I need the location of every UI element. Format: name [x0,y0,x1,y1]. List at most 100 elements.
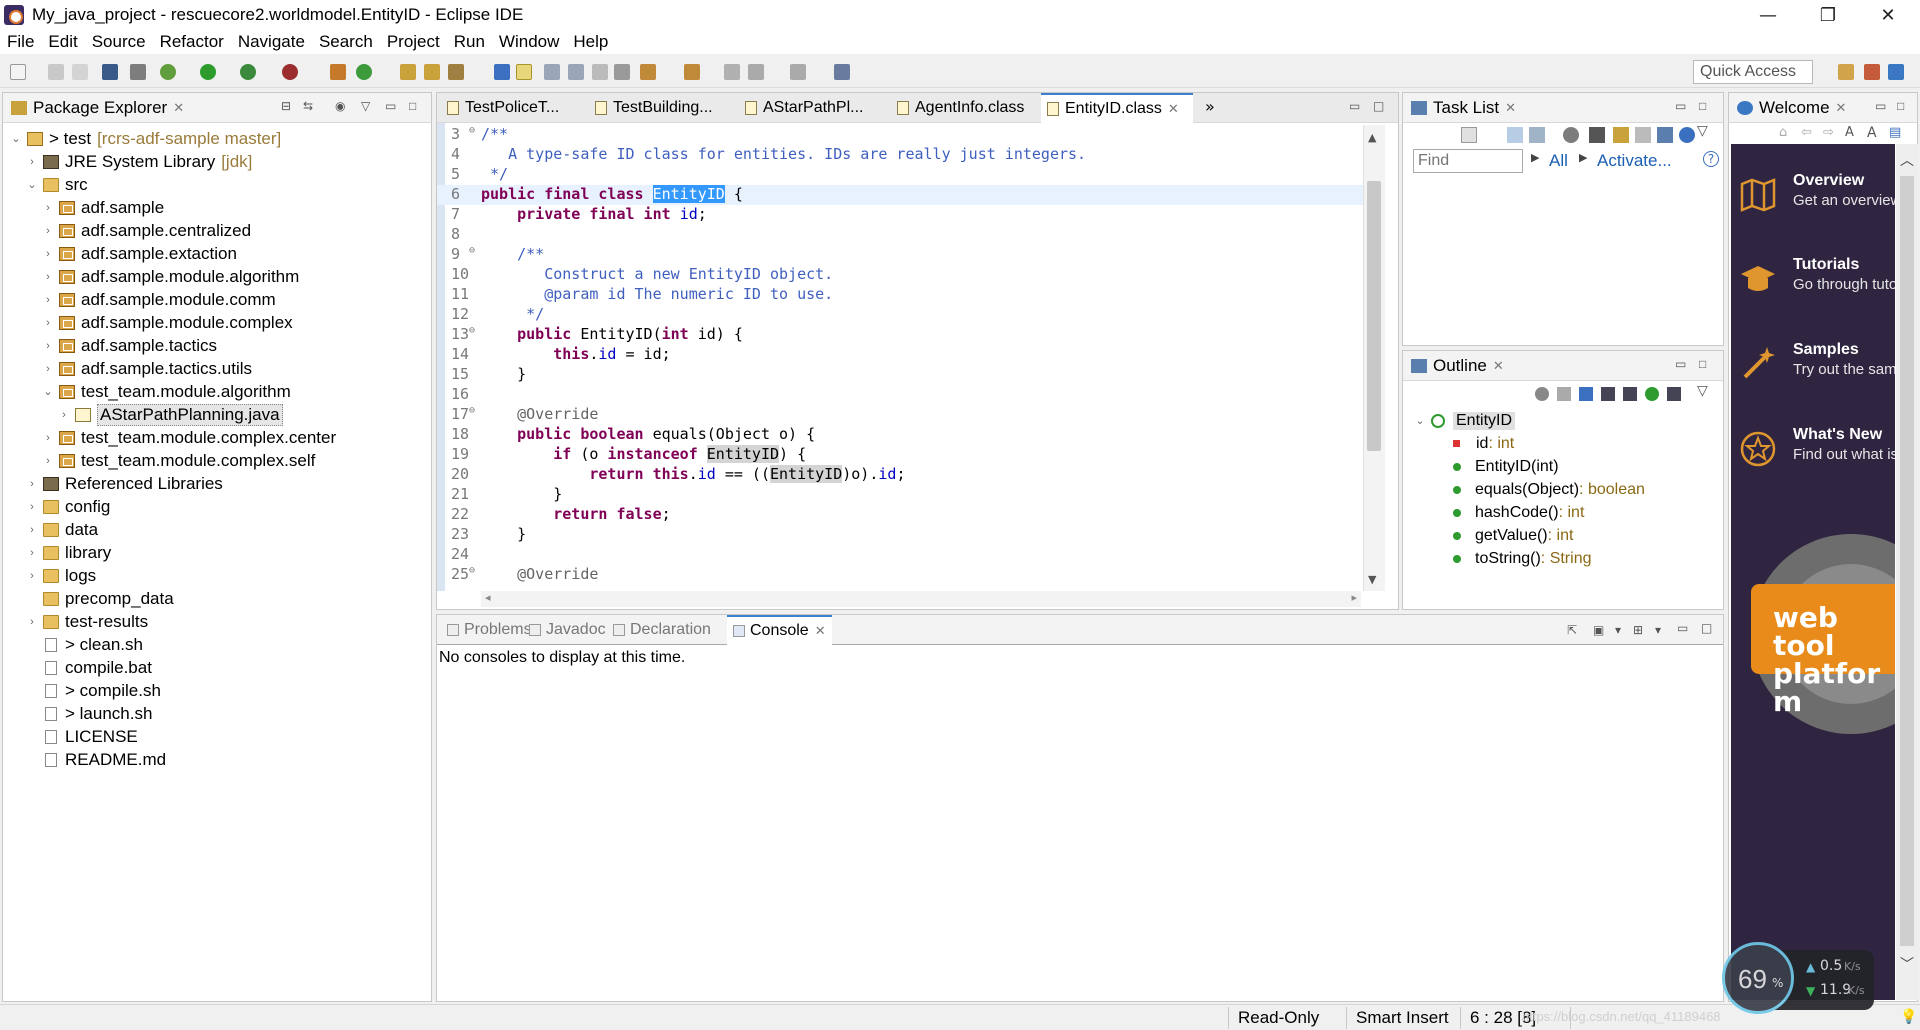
open-perspective-icon[interactable] [1838,64,1854,80]
tree-item[interactable]: › test-results [3,610,148,633]
tree-item[interactable]: › library [3,541,111,564]
chevron-down-icon[interactable]: ⌄ [1413,414,1427,427]
link-icon[interactable] [1657,127,1673,143]
tree-item[interactable]: compile.bat [3,656,152,679]
fold-toggle-icon[interactable]: ⊖ [469,245,475,256]
welcome-scrollbar[interactable]: ︿ ﹀ [1896,144,1918,1000]
chevron-right-icon[interactable]: › [25,501,39,513]
chevron-right-icon[interactable]: › [25,478,39,490]
outline-item[interactable]: id : int [1453,432,1514,455]
tree-item[interactable]: › JRE System Library [jdk] [3,150,252,173]
search-icon[interactable] [448,64,464,80]
display-console-icon[interactable]: ▣ [1593,623,1604,637]
open-task-icon[interactable] [424,64,440,80]
tree-item[interactable]: › adf.sample [3,196,164,219]
editor-tab[interactable]: EntityID.class ✕ [1041,93,1193,123]
tree-item[interactable]: › AStarPathPlanning.java [3,403,283,426]
repository-icon[interactable] [1679,127,1695,143]
outline-item[interactable]: hashCode() : int [1453,501,1584,524]
open-type-icon[interactable] [400,64,416,80]
collapse-all-icon[interactable]: ⊟ [281,99,291,113]
code-line[interactable]: 17 ⊖ @Override [437,405,1365,425]
chevron-right-icon[interactable]: › [41,432,55,444]
code-line[interactable]: 16 [437,385,1365,405]
menu-search[interactable]: Search [312,32,380,52]
view-menu-icon[interactable]: ▽ [361,99,370,113]
chevron-right-icon[interactable]: › [41,225,55,237]
scroll-up-icon[interactable]: ▲ [1368,131,1376,144]
horizontal-scrollbar[interactable]: ◂ ▸ [481,591,1361,607]
maximize-button[interactable]: ❐ [1800,0,1856,30]
outline-item[interactable]: toString() : String [1453,547,1591,570]
scroll-left-icon[interactable]: ◂ [485,591,491,604]
editor-tab[interactable]: AStarPathPl... [739,93,883,123]
annotation-next-icon[interactable] [494,64,510,80]
close-window-button[interactable]: ✕ [1860,0,1916,30]
chevron-down-icon[interactable]: ﹀ [1900,954,1914,974]
back-icon[interactable] [748,64,764,80]
network-monitor-widget[interactable]: 69 % ▲ 0.5 K/s ▼ 11.9 K/s [1722,942,1874,1014]
pilcrow-icon[interactable] [614,64,630,80]
chevron-up-icon[interactable]: ︿ [1900,150,1914,170]
task-list-title[interactable]: Task List [1433,98,1499,118]
focus-on-workweek-icon[interactable] [1563,127,1579,143]
chevron-right-icon[interactable]: › [41,202,55,214]
tree-item[interactable]: › adf.sample.tactics [3,334,217,357]
code-line[interactable]: 14 this.id = id; [437,345,1365,365]
home-icon[interactable]: ⌂ [1779,125,1787,140]
code-line[interactable]: 8 [437,225,1365,245]
minimize-icon[interactable]: ▭ [1349,99,1360,113]
outline-title[interactable]: Outline [1433,356,1487,376]
tree-item[interactable]: ⌄ > test [rcrs-adf-sample master] [3,127,281,150]
maximize-icon[interactable]: □ [409,99,416,113]
hide-fields-icon[interactable] [1601,387,1615,401]
menu-run[interactable]: Run [447,32,492,52]
bottom-tab[interactable]: Javadoc [523,615,612,645]
welcome-whats-new[interactable]: What's New Find out what is [1731,420,1895,490]
code-line[interactable]: 13 ⊖ public EntityID(int id) { [437,325,1365,345]
welcome-samples[interactable]: Samples Try out the sam [1731,335,1895,405]
categorized-icon[interactable] [1507,127,1523,143]
run-icon[interactable] [200,64,216,80]
coverage-icon[interactable] [240,64,256,80]
hide-completed-icon[interactable] [1589,127,1605,143]
block-selection-icon[interactable] [568,64,584,80]
close-icon[interactable]: ✕ [815,623,826,639]
welcome-tutorials[interactable]: Tutorials Go through tuto [1731,250,1895,320]
code-line[interactable]: 25 ⊖ @Override [437,565,1365,585]
java-ee-perspective-icon[interactable] [1864,64,1880,80]
chevron-right-icon[interactable]: › [57,409,71,421]
chevron-right-icon[interactable]: › [41,271,55,283]
chevron-down-icon[interactable]: ⌄ [25,178,39,191]
save-icon[interactable] [48,64,64,80]
pin-editor-icon[interactable] [834,64,850,80]
tabs-overflow-button[interactable]: » [1205,97,1215,116]
reduce-font-icon[interactable]: A [1845,125,1854,140]
sort-icon[interactable] [1579,387,1593,401]
task-find-input[interactable] [1413,149,1523,173]
previous-annotation-icon[interactable] [684,64,700,80]
increase-font-icon[interactable]: A [1867,125,1877,141]
editor-tab[interactable]: TestBuilding... [589,93,731,123]
minimize-button[interactable]: — [1740,0,1796,30]
fold-toggle-icon[interactable]: ⊖ [469,125,475,136]
code-line[interactable]: 18 public boolean equals(Object o) { [437,425,1365,445]
new-icon[interactable] [10,64,26,80]
code-line[interactable]: 15 } [437,365,1365,385]
minimize-icon[interactable]: ▭ [1675,99,1686,113]
toggle-mark-occurrences-icon[interactable] [516,64,532,80]
tree-item[interactable]: › adf.sample.centralized [3,219,251,242]
skip-breakpoints-icon[interactable] [130,64,146,80]
code-line[interactable]: 9 ⊖ /** [437,245,1365,265]
scroll-thumb[interactable] [1900,176,1914,946]
code-line[interactable]: 21 } [437,485,1365,505]
editor-tab[interactable]: TestPoliceT... [441,93,581,123]
tree-item[interactable]: › test_team.module.complex.self [3,449,315,472]
toggle-word-wrap-icon[interactable] [544,64,560,80]
code-line[interactable]: 10 Construct a new EntityID object. [437,265,1365,285]
quick-access-input[interactable]: Quick Access [1693,60,1813,84]
menu-window[interactable]: Window [492,32,566,52]
new-package-icon[interactable] [330,64,346,80]
close-icon[interactable]: ✕ [173,100,184,116]
collapse-all-icon[interactable] [1557,387,1571,401]
